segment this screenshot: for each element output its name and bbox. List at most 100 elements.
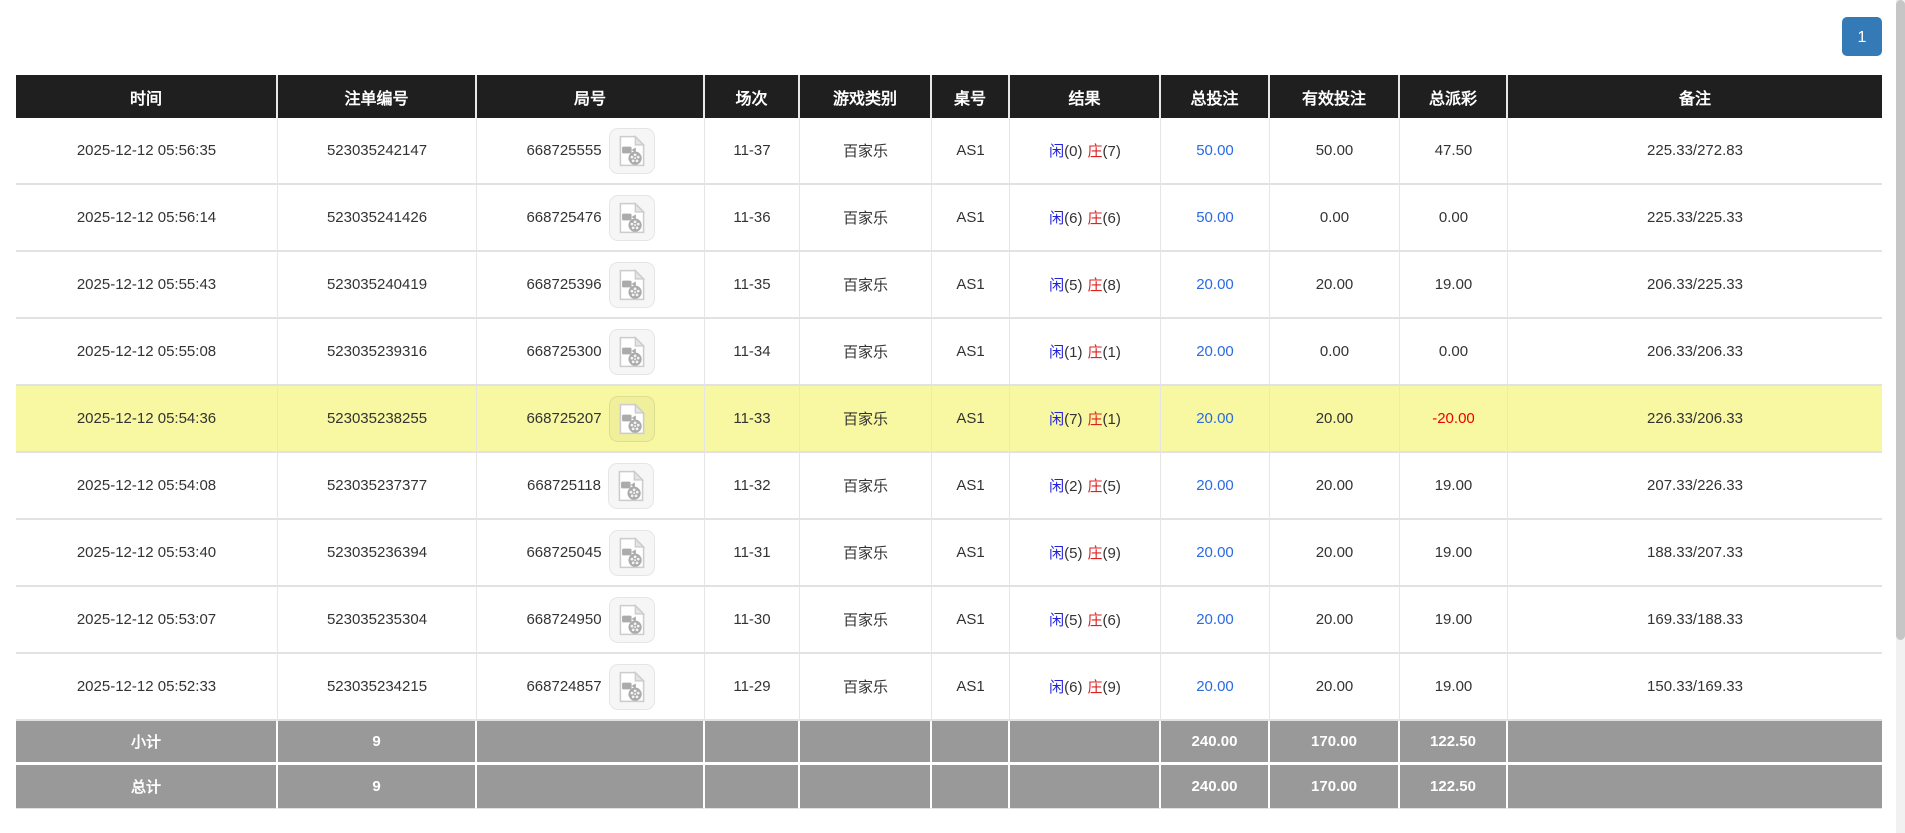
payout-cell: 19.00	[1400, 453, 1508, 520]
table-no-cell: AS1	[932, 386, 1010, 453]
session-cell: 11-30	[705, 587, 800, 654]
payout-cell: 19.00	[1400, 587, 1508, 654]
summary-payout-cell: 122.50	[1400, 765, 1508, 809]
video-file-icon	[619, 536, 645, 568]
result-cell: 闲(5) 庄(9)	[1010, 520, 1161, 587]
remark-cell: 206.33/225.33	[1508, 252, 1882, 319]
video-file-icon	[619, 335, 645, 367]
time-cell: 2025-12-12 05:55:43	[16, 252, 278, 319]
session-cell: 11-37	[705, 118, 800, 185]
column-header: 总投注	[1161, 75, 1270, 118]
summary-label-cell: 小计	[16, 721, 278, 765]
banker-result-label: 庄	[1087, 411, 1103, 428]
session-cell: 11-34	[705, 319, 800, 386]
banker-result-label: 庄	[1087, 679, 1103, 696]
player-result-label: 闲	[1049, 344, 1065, 361]
total-bet-link[interactable]: 50.00	[1196, 209, 1234, 226]
video-replay-button[interactable]	[608, 127, 655, 174]
video-replay-button[interactable]	[608, 663, 655, 710]
table-no-cell: AS1	[932, 587, 1010, 654]
banker-result-label: 庄	[1087, 612, 1103, 629]
table-row[interactable]: 2025-12-12 05:53:07 523035235304 6687249…	[16, 587, 1882, 654]
table-row[interactable]: 2025-12-12 05:56:14 523035241426 6687254…	[16, 185, 1882, 252]
table-row[interactable]: 2025-12-12 05:53:40 523035236394 6687250…	[16, 520, 1882, 587]
total-bet-link[interactable]: 20.00	[1196, 276, 1234, 293]
video-replay-button[interactable]	[608, 395, 655, 442]
result-cell: 闲(0) 庄(7)	[1010, 118, 1161, 185]
betting-records-table: 时间 注单编号 局号 场次 游戏类别 桌号 结果 总投注 有效投注 总派彩 备注 2025-12-1…	[16, 75, 1882, 809]
total-bet-link[interactable]: 20.00	[1196, 410, 1234, 427]
summary-total-bet-cell: 240.00	[1161, 765, 1270, 809]
player-result-label: 闲	[1049, 679, 1065, 696]
game-no-cell: 668725045	[477, 520, 705, 587]
table-no-cell: AS1	[932, 654, 1010, 721]
column-header: 注单编号	[278, 75, 477, 118]
video-file-icon	[618, 469, 645, 501]
bet-id-cell: 523035242147	[278, 118, 477, 185]
total-bet-link[interactable]: 20.00	[1196, 343, 1234, 360]
total-bet-cell: 20.00	[1161, 520, 1270, 587]
vertical-scrollbar-thumb[interactable]	[1896, 0, 1905, 640]
header-row: 时间 注单编号 局号 场次 游戏类别 桌号 结果 总投注 有效投注 总派彩 备注	[16, 75, 1882, 118]
video-replay-button[interactable]	[608, 328, 655, 375]
table-no-cell: AS1	[932, 453, 1010, 520]
table-no-cell: AS1	[932, 252, 1010, 319]
table-no-cell: AS1	[932, 118, 1010, 185]
payout-cell: 19.00	[1400, 654, 1508, 721]
table-no-cell: AS1	[932, 185, 1010, 252]
total-bet-cell: 20.00	[1161, 386, 1270, 453]
summary-row: 总计 9 240.00 170.00 122.50	[16, 765, 1882, 809]
player-result-value: (1)	[1064, 344, 1083, 361]
remark-cell: 169.33/188.33	[1508, 587, 1882, 654]
video-replay-button[interactable]	[608, 261, 655, 308]
video-file-icon	[619, 603, 645, 635]
payout-cell: -20.00	[1400, 386, 1508, 453]
video-file-icon	[619, 134, 645, 166]
game-type-cell: 百家乐	[800, 252, 932, 319]
vertical-scrollbar-track[interactable]	[1896, 0, 1905, 833]
player-result-label: 闲	[1049, 612, 1065, 629]
time-cell: 2025-12-12 05:54:36	[16, 386, 278, 453]
table-row[interactable]: 2025-12-12 05:55:08 523035239316 6687253…	[16, 319, 1882, 386]
column-header: 局号	[477, 75, 705, 118]
time-cell: 2025-12-12 05:52:33	[16, 654, 278, 721]
time-cell: 2025-12-12 05:55:08	[16, 319, 278, 386]
valid-bet-cell: 50.00	[1270, 118, 1400, 185]
result-cell: 闲(7) 庄(1)	[1010, 386, 1161, 453]
video-replay-button[interactable]	[607, 462, 654, 509]
video-replay-button[interactable]	[608, 529, 655, 576]
payout-cell: 47.50	[1400, 118, 1508, 185]
pagination-page-1-button[interactable]: 1	[1842, 17, 1882, 56]
game-no-cell: 668725207	[477, 386, 705, 453]
remark-cell: 150.33/169.33	[1508, 654, 1882, 721]
summary-count-cell: 9	[278, 765, 477, 809]
remark-cell: 206.33/206.33	[1508, 319, 1882, 386]
video-file-icon	[619, 268, 645, 300]
total-bet-link[interactable]: 20.00	[1196, 544, 1234, 561]
video-file-icon	[619, 670, 645, 702]
player-result-value: (6)	[1064, 679, 1083, 696]
result-cell: 闲(5) 庄(6)	[1010, 587, 1161, 654]
video-replay-button[interactable]	[608, 194, 655, 241]
total-bet-link[interactable]: 20.00	[1196, 477, 1234, 494]
banker-result-value: (6)	[1102, 612, 1121, 629]
banker-result-value: (6)	[1102, 210, 1121, 227]
table-row[interactable]: 2025-12-12 05:54:36 523035238255 6687252…	[16, 386, 1882, 453]
result-cell: 闲(2) 庄(5)	[1010, 453, 1161, 520]
bet-id-cell: 523035237377	[278, 453, 477, 520]
table-row[interactable]: 2025-12-12 05:55:43 523035240419 6687253…	[16, 252, 1882, 319]
remark-cell: 225.33/272.83	[1508, 118, 1882, 185]
column-header: 总派彩	[1400, 75, 1508, 118]
session-cell: 11-31	[705, 520, 800, 587]
player-result-value: (5)	[1064, 277, 1083, 294]
table-row[interactable]: 2025-12-12 05:54:08 523035237377 6687251…	[16, 453, 1882, 520]
total-bet-link[interactable]: 20.00	[1196, 611, 1234, 628]
video-file-icon	[619, 201, 645, 233]
table-row[interactable]: 2025-12-12 05:56:35 523035242147 6687255…	[16, 118, 1882, 185]
table-row[interactable]: 2025-12-12 05:52:33 523035234215 6687248…	[16, 654, 1882, 721]
total-bet-link[interactable]: 50.00	[1196, 142, 1234, 159]
valid-bet-cell: 20.00	[1270, 520, 1400, 587]
video-replay-button[interactable]	[608, 596, 655, 643]
banker-result-value: (9)	[1102, 679, 1121, 696]
total-bet-link[interactable]: 20.00	[1196, 678, 1234, 695]
